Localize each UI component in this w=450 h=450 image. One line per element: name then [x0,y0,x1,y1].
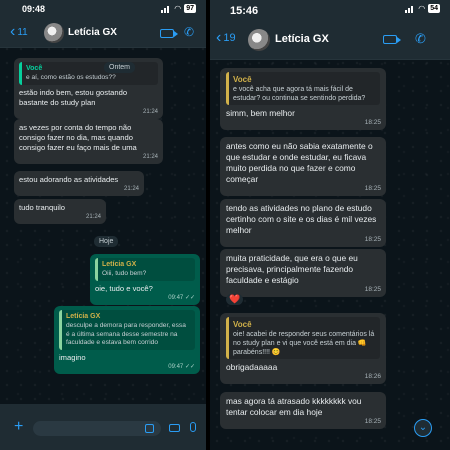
quoted-message[interactable]: Você e aí, como estão os estudos?? [19,62,158,85]
contact-name[interactable]: Letícia GX [68,27,117,38]
message-time: 21:24 [85,214,101,220]
message-bubble-outgoing[interactable]: Letícia GX desculpe a demora para respon… [54,306,200,374]
message-time: 09:47 [168,363,184,370]
message-bubble[interactable]: antes como eu não sabia exatamente o que… [220,137,386,196]
message-bubble[interactable]: Você e aí, como estão os estudos?? estão… [14,58,163,119]
back-button[interactable]: ‹ 19 [216,29,236,46]
chevron-down-icon: ⌄ [418,422,428,433]
wifi-icon: ◠ [418,4,426,13]
quote-text: desculpe a demora para responder, essa é… [66,322,186,346]
message-time: 18:25 [364,185,381,192]
phone-icon[interactable]: ✆ [415,31,426,47]
phone-icon[interactable]: ✆ [184,25,194,39]
signal-icon [405,5,415,13]
message-meta: 09:47 ✓✓ [168,362,195,372]
wifi-icon: ◠ [174,4,182,13]
video-camera-icon[interactable] [160,29,178,38]
message-time: 18:25 [364,119,381,126]
battery-level: 54 [428,4,440,13]
message-text: muita praticidade, que era o que eu prec… [226,253,358,285]
read-receipt-icon: ✓✓ [184,294,195,301]
message-time: 18:26 [364,373,381,380]
message-input[interactable] [33,421,161,436]
plus-icon[interactable]: + [14,418,23,436]
status-time: 09:48 [22,4,46,14]
microphone-icon[interactable] [190,422,196,432]
quote-text: e aí, como estão os estudos?? [26,74,116,81]
message-text: antes como eu não sabia exatamente o que… [226,141,373,184]
message-bubble[interactable]: estou adorando as atividades 21:24 [14,171,144,196]
date-separator: Ontem [104,62,136,73]
quoted-message[interactable]: Você e você acha que agora tá mais fácil… [226,72,380,105]
message-time: 18:25 [364,418,381,425]
quote-author: Letícia GX [66,313,101,320]
message-bubble[interactable]: Você oie! acabei de responder seus comen… [220,313,386,384]
status-bar: 09:48 ◠ 97 [0,0,206,18]
message-time: 09:47 [168,294,184,301]
message-text: mas agora tá atrasado kkkkkkkk vou tenta… [226,396,362,417]
quote-text: oie! acabei de responder seus comentário… [233,331,375,356]
sticker-icon[interactable] [145,424,154,433]
battery-level: 97 [184,4,196,13]
message-time: 21:24 [142,154,158,160]
avatar[interactable] [248,29,270,51]
chat-header: ‹ 11 Letícia GX ✆ [0,18,206,48]
status-icons: ◠ 54 [405,4,440,13]
message-text: as vezes por conta do tempo não consigo … [19,123,137,152]
status-icons: ◠ 97 [161,4,196,13]
status-time: 15:46 [230,5,259,17]
scroll-to-bottom-button[interactable]: ⌄ [414,419,432,437]
message-bubble[interactable]: Você e você acha que agora tá mais fácil… [220,68,386,130]
message-text: obrigadaaaaa [226,362,278,372]
chevron-left-icon: ‹ [10,23,16,40]
contact-name[interactable]: Letícia GX [275,33,329,45]
message-bubble-outgoing[interactable]: Letícia GX Oiii, tudo bem? oie, tudo e v… [90,254,200,305]
quote-text: e você acha que agora tá mais fácil de e… [233,86,366,102]
message-text: estão indo bem, estou gostando bastante … [19,87,128,107]
quote-author: Você [233,320,252,329]
date-separator: Hoje [94,236,119,247]
chat-panel-left: 09:48 ◠ 97 ‹ 11 Letícia GX ✆ Você e aí, … [0,0,206,450]
camera-icon[interactable] [169,424,180,432]
message-time: 21:24 [123,186,139,192]
message-bubble[interactable]: tendo as atividades no plano de estudo c… [220,199,386,247]
quoted-message[interactable]: Você oie! acabei de responder seus comen… [226,317,380,359]
message-time: 18:25 [364,236,381,243]
avatar[interactable] [44,23,64,43]
status-bar: 15:46 ◠ 54 [210,0,450,20]
read-receipt-icon: ✓✓ [184,363,195,370]
chat-header: ‹ 19 Letícia GX ✆ [210,20,450,60]
back-button[interactable]: ‹ 11 [10,23,28,40]
unread-count: 11 [17,26,28,38]
unread-count: 19 [223,32,236,44]
video-camera-icon[interactable] [383,35,401,44]
message-bubble[interactable]: mas agora tá atrasado kkkkkkkk vou tenta… [220,392,386,429]
message-bubble[interactable]: as vezes por conta do tempo não consigo … [14,119,163,164]
quoted-message[interactable]: Letícia GX Oiii, tudo bem? [95,258,195,281]
message-text: simm, bem melhor [226,108,295,118]
quote-text: Oiii, tudo bem? [102,270,147,277]
message-text: estou adorando as atividades [19,175,119,184]
quote-author: Você [233,75,252,84]
message-text: tendo as atividades no plano de estudo c… [226,203,377,235]
message-meta: 09:47 ✓✓ [168,293,195,303]
heart-reaction[interactable]: ❤️ [226,294,244,305]
chevron-left-icon: ‹ [216,29,222,46]
quote-author: Letícia GX [102,261,137,268]
quoted-message[interactable]: Letícia GX desculpe a demora para respon… [59,310,195,350]
message-time: 21:24 [142,108,158,115]
message-bubble[interactable]: muita praticidade, que era o que eu prec… [220,249,386,297]
message-time: 18:25 [364,286,381,293]
message-bubble[interactable]: tudo tranquilo 21:24 [14,199,106,224]
signal-icon [161,5,171,13]
compose-bar: + [0,404,206,450]
chat-panel-right: 15:46 ◠ 54 ‹ 19 Letícia GX ✆ Você e você… [210,0,450,450]
